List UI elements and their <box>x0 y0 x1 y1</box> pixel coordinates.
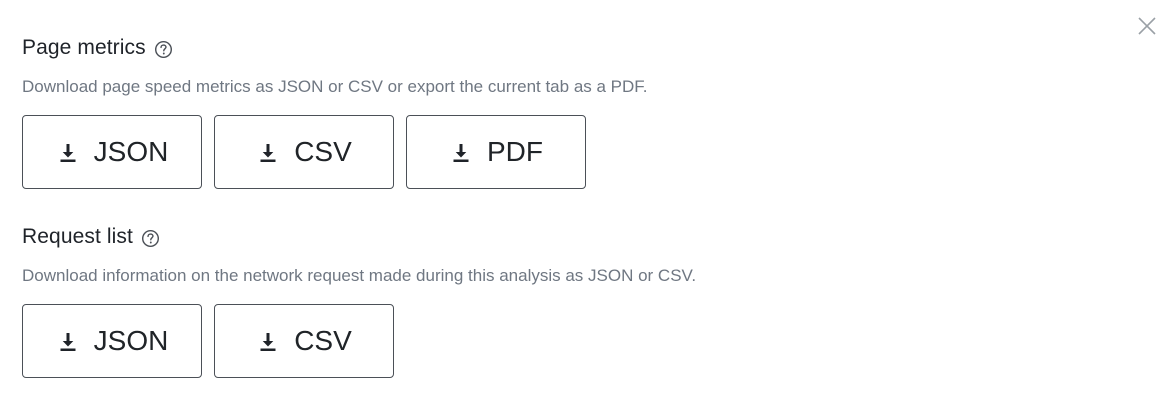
button-label: CSV <box>294 136 352 167</box>
page-metrics-description: Download page speed metrics as JSON or C… <box>22 77 648 96</box>
page-metrics-title: Page metrics <box>22 36 146 59</box>
export-panel: Page metrics Download page speed metrics… <box>0 0 1169 412</box>
download-icon <box>56 329 80 353</box>
page-metrics-heading: Page metrics <box>22 33 1147 63</box>
request-list-title: Request list <box>22 225 133 248</box>
download-icon <box>256 140 280 164</box>
download-json-button[interactable]: JSON <box>22 304 202 378</box>
button-label: JSON <box>93 325 169 356</box>
help-circle-icon[interactable] <box>141 229 160 248</box>
download-icon <box>256 329 280 353</box>
request-list-section: Request list Download information on the… <box>22 222 1147 378</box>
download-pdf-button[interactable]: PDF <box>406 115 586 189</box>
request-list-description: Download information on the network requ… <box>22 266 697 285</box>
help-circle-icon[interactable] <box>154 40 173 59</box>
button-label: JSON <box>93 136 169 167</box>
request-list-heading: Request list <box>22 222 1147 252</box>
close-icon[interactable] <box>1137 16 1157 36</box>
page-metrics-buttons: JSON CSV PDF <box>22 115 1147 189</box>
download-csv-button[interactable]: CSV <box>214 304 394 378</box>
download-csv-button[interactable]: CSV <box>214 115 394 189</box>
download-json-button[interactable]: JSON <box>22 115 202 189</box>
request-list-buttons: JSON CSV <box>22 304 1147 378</box>
button-label: CSV <box>294 325 352 356</box>
page-metrics-section: Page metrics Download page speed metrics… <box>22 0 1147 189</box>
button-label: PDF <box>487 136 543 167</box>
download-icon <box>56 140 80 164</box>
download-icon <box>449 140 473 164</box>
